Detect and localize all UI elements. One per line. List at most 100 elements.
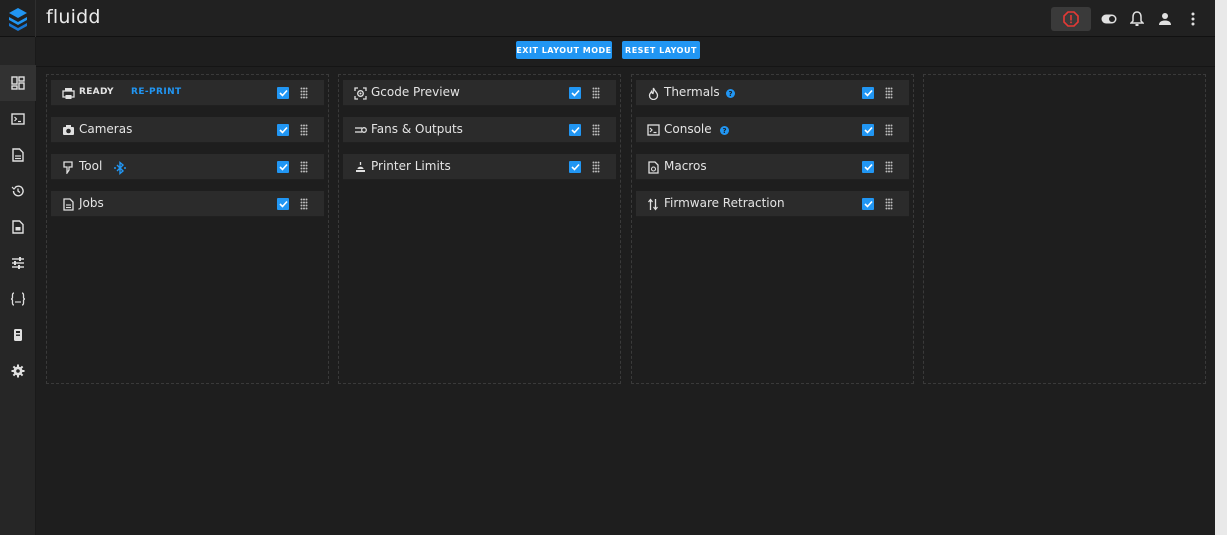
toggle-icon bbox=[1101, 14, 1117, 23]
card-visible-checkbox[interactable] bbox=[862, 87, 874, 99]
card-fans-outputs[interactable]: Fans & Outputs bbox=[343, 117, 616, 143]
check-icon bbox=[570, 89, 580, 97]
drag-handle-icon[interactable] bbox=[885, 161, 893, 173]
card-title: Gcode Preview bbox=[371, 85, 460, 99]
drag-handle-icon[interactable] bbox=[592, 124, 600, 136]
gear-icon bbox=[11, 364, 25, 378]
fire-icon bbox=[646, 86, 660, 100]
nav-settings[interactable] bbox=[0, 353, 36, 389]
emergency-stop-button[interactable] bbox=[1051, 6, 1091, 31]
drag-handle-icon[interactable] bbox=[300, 87, 308, 99]
card-thermals[interactable]: Thermals ? bbox=[636, 80, 909, 106]
retraction-icon bbox=[646, 197, 660, 211]
card-visible-checkbox[interactable] bbox=[569, 87, 581, 99]
file-document-icon bbox=[12, 148, 24, 162]
fan-icon bbox=[353, 123, 367, 137]
power-toggle-button[interactable] bbox=[1099, 7, 1119, 31]
card-visible-checkbox[interactable] bbox=[277, 161, 289, 173]
reset-layout-button[interactable]: RESET LAYOUT bbox=[622, 41, 700, 59]
card-cameras[interactable]: Cameras bbox=[51, 117, 324, 143]
card-visible-checkbox[interactable] bbox=[862, 124, 874, 136]
card-printer-limits[interactable]: Printer Limits bbox=[343, 154, 616, 180]
card-jobs[interactable]: Jobs bbox=[51, 191, 324, 217]
history-icon bbox=[11, 185, 24, 197]
app: fluidd EXIT LAYOUT MODE RESET LAYOUT REA… bbox=[0, 0, 1227, 535]
check-icon bbox=[863, 163, 873, 171]
dashboard-icon bbox=[11, 76, 25, 90]
layout-column-3: Thermals ? Console ? Macros Firmware Ret… bbox=[631, 74, 914, 384]
card-visible-checkbox[interactable] bbox=[569, 161, 581, 173]
check-icon bbox=[863, 126, 873, 134]
tune-icon bbox=[12, 257, 24, 269]
drag-handle-icon[interactable] bbox=[592, 161, 600, 173]
nav-history[interactable] bbox=[0, 173, 36, 209]
layout-column-2: Gcode Preview Fans & Outputs Printer Lim… bbox=[338, 74, 621, 384]
toolbar-divider bbox=[36, 66, 1215, 67]
app-title: fluidd bbox=[46, 6, 101, 28]
help-icon[interactable]: ? bbox=[726, 89, 735, 98]
limits-icon bbox=[353, 160, 367, 174]
drag-handle-icon[interactable] bbox=[300, 161, 308, 173]
drag-handle-icon[interactable] bbox=[300, 198, 308, 210]
card-visible-checkbox[interactable] bbox=[277, 198, 289, 210]
card-title: Fans & Outputs bbox=[371, 122, 463, 136]
gcode-preview-icon bbox=[353, 86, 367, 100]
nav-console[interactable] bbox=[0, 101, 36, 137]
drag-handle-icon[interactable] bbox=[885, 87, 893, 99]
drag-handle-icon[interactable] bbox=[885, 124, 893, 136]
nav-system[interactable] bbox=[0, 317, 36, 353]
bell-icon bbox=[1130, 10, 1144, 26]
nav-tune[interactable] bbox=[0, 245, 36, 281]
card-title: Firmware Retraction bbox=[664, 196, 785, 210]
check-icon bbox=[278, 200, 288, 208]
dots-vertical-icon bbox=[1191, 12, 1195, 25]
exit-layout-mode-button[interactable]: EXIT LAYOUT MODE bbox=[516, 41, 612, 59]
card-gcode-preview[interactable]: Gcode Preview bbox=[343, 80, 616, 106]
nav-configuration-files[interactable] bbox=[0, 209, 36, 245]
raspberry-board-icon bbox=[14, 329, 22, 341]
check-icon bbox=[570, 163, 580, 171]
drag-handle-icon[interactable] bbox=[592, 87, 600, 99]
tool-icon bbox=[61, 160, 75, 174]
card-title: Cameras bbox=[79, 122, 133, 136]
code-braces-icon bbox=[10, 292, 26, 306]
notifications-button[interactable] bbox=[1127, 7, 1147, 31]
layout-controls: EXIT LAYOUT MODE RESET LAYOUT bbox=[516, 41, 700, 59]
top-bar: fluidd bbox=[0, 0, 1215, 37]
more-menu-button[interactable] bbox=[1183, 7, 1203, 31]
card-firmware-retraction[interactable]: Firmware Retraction bbox=[636, 191, 909, 217]
card-printer-status[interactable]: READY RE-PRINT bbox=[51, 80, 324, 106]
card-title: Jobs bbox=[79, 196, 104, 210]
fluidd-logo[interactable] bbox=[0, 0, 36, 37]
help-icon[interactable]: ? bbox=[720, 126, 729, 135]
user-icon bbox=[1159, 12, 1171, 25]
page-scrollbar[interactable] bbox=[1215, 0, 1227, 535]
camera-icon bbox=[61, 123, 75, 137]
logo-icon bbox=[8, 7, 27, 31]
card-console[interactable]: Console ? bbox=[636, 117, 909, 143]
printer-status-label: READY bbox=[79, 87, 114, 97]
drag-handle-icon[interactable] bbox=[300, 124, 308, 136]
card-visible-checkbox[interactable] bbox=[569, 124, 581, 136]
bluetooth-icon[interactable] bbox=[113, 160, 127, 175]
nav-dashboard[interactable] bbox=[0, 65, 36, 101]
card-visible-checkbox[interactable] bbox=[862, 198, 874, 210]
macros-icon bbox=[646, 160, 660, 174]
drag-handle-icon[interactable] bbox=[885, 198, 893, 210]
nav-macros[interactable] bbox=[0, 281, 36, 317]
user-button[interactable] bbox=[1155, 7, 1175, 31]
file-code-icon bbox=[12, 220, 24, 234]
card-visible-checkbox[interactable] bbox=[277, 87, 289, 99]
card-title: Tool bbox=[79, 159, 103, 173]
check-icon bbox=[570, 126, 580, 134]
card-tool[interactable]: Tool bbox=[51, 154, 324, 180]
card-title: Macros bbox=[664, 159, 707, 173]
card-visible-checkbox[interactable] bbox=[862, 161, 874, 173]
card-visible-checkbox[interactable] bbox=[277, 124, 289, 136]
card-macros[interactable]: Macros bbox=[636, 154, 909, 180]
emergency-stop-icon bbox=[1063, 10, 1079, 27]
sidebar bbox=[0, 37, 36, 535]
file-icon bbox=[61, 197, 75, 211]
reprint-button[interactable]: RE-PRINT bbox=[131, 87, 182, 97]
nav-jobs[interactable] bbox=[0, 137, 36, 173]
